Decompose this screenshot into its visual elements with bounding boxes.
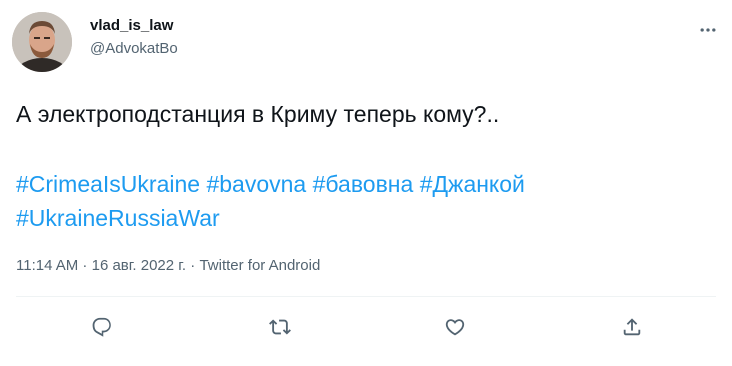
tweet-meta: 11:14 AM · 16 авг. 2022 г. · Twitter for… xyxy=(16,257,320,274)
tweet-hashtags: #CrimeaIsUkraine #bavovna #бавовна #Джан… xyxy=(16,167,716,235)
reply-icon xyxy=(92,317,111,337)
user-handle[interactable]: @AdvokatBo xyxy=(90,40,178,57)
like-icon xyxy=(445,319,465,336)
hashtag-link[interactable]: #бавовна xyxy=(313,171,420,197)
tweet-source[interactable]: Twitter for Android xyxy=(199,257,320,274)
retweet-button[interactable] xyxy=(266,313,294,341)
tweet-card: vlad_is_law @AdvokatBo А электроподстанц… xyxy=(0,0,732,366)
retweet-icon xyxy=(269,319,291,335)
more-options-icon[interactable] xyxy=(696,18,720,42)
hashtag-link[interactable]: #CrimeaIsUkraine xyxy=(16,171,206,197)
hashtag-link[interactable]: #Джанкой xyxy=(420,171,525,197)
tweet-time[interactable]: 11:14 AM xyxy=(16,257,78,274)
like-button[interactable] xyxy=(441,313,469,341)
share-button[interactable] xyxy=(618,313,646,341)
share-icon xyxy=(623,318,641,336)
meta-separator: · xyxy=(186,257,200,274)
hashtag-link[interactable]: #UkraineRussiaWar xyxy=(16,205,220,231)
tweet-date[interactable]: 16 авг. 2022 г. xyxy=(92,257,186,274)
avatar[interactable] xyxy=(12,12,72,72)
reply-button[interactable] xyxy=(88,313,116,341)
divider xyxy=(16,296,716,297)
meta-separator: · xyxy=(78,257,92,274)
hashtag-link[interactable]: #bavovna xyxy=(206,171,312,197)
tweet-text: А электроподстанция в Криму теперь кому?… xyxy=(16,101,500,127)
display-name[interactable]: vlad_is_law xyxy=(90,17,173,34)
